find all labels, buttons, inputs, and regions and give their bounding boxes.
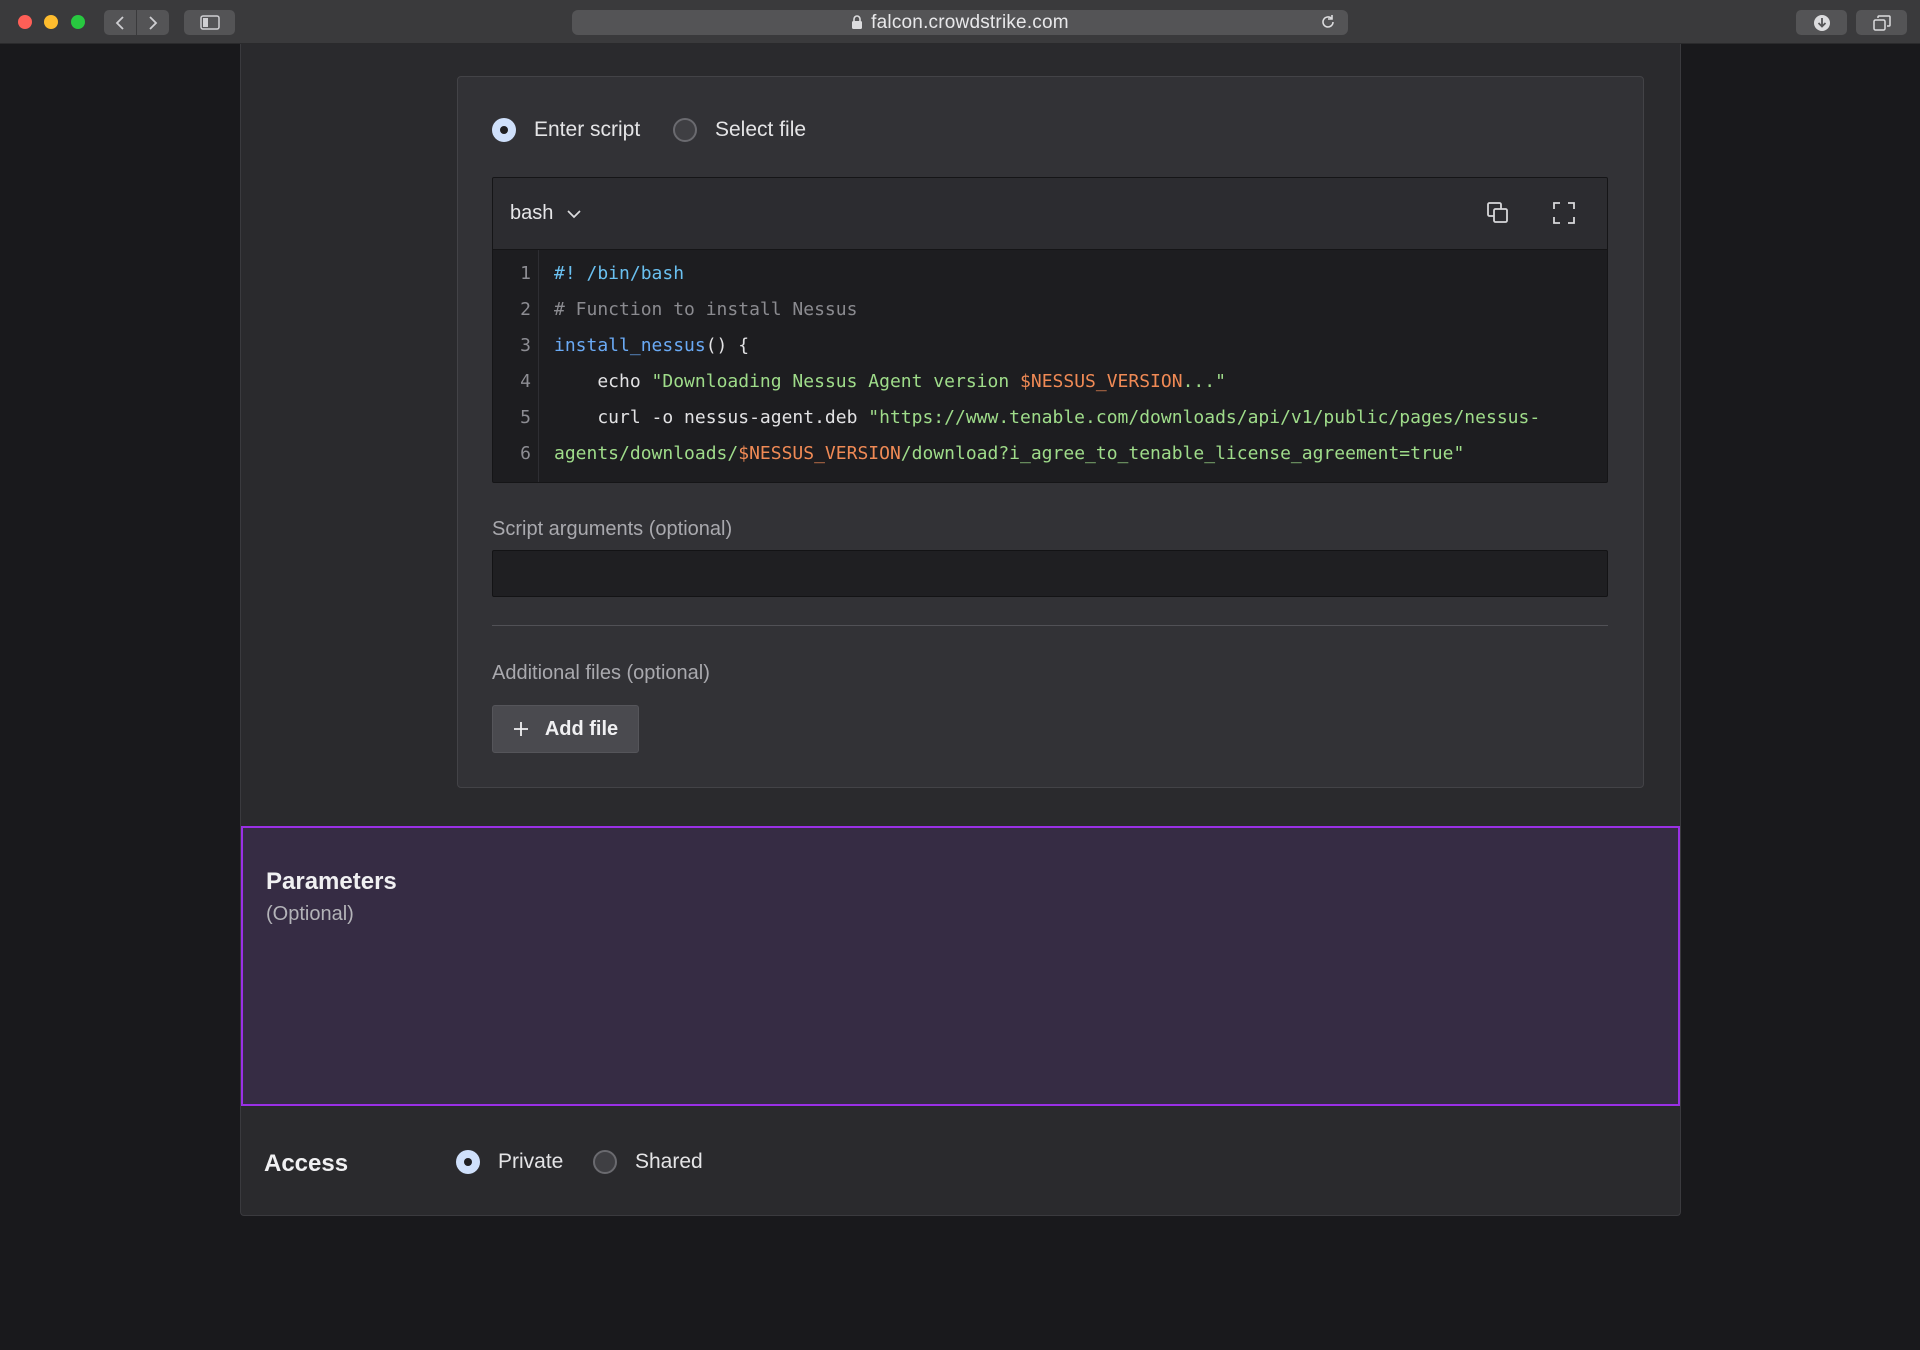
code-text: echo "Downloading Nessus Agent version $… [554,364,1226,400]
script-arguments-input[interactable] [492,550,1608,597]
line-number: 6 [520,443,531,464]
add-file-button[interactable]: Add file [492,705,639,753]
close-window-button[interactable] [18,15,32,29]
access-title: Access [264,1150,349,1177]
code-token: echo [554,371,652,392]
download-icon [1813,14,1831,32]
tabs-icon [1872,14,1891,31]
radio-label: Enter script [534,118,641,141]
code-token: $NESSUS_VERSION [738,443,901,464]
parameters-subtitle: (Optional) [266,903,354,925]
radio-label: Shared [635,1150,703,1173]
parameters-section: Parameters (Optional) [241,826,1680,1106]
section-divider [492,625,1608,626]
line-number: 3 [520,335,531,356]
code-line[interactable]: 3 install_nessus() { [493,328,1607,364]
minimize-window-button[interactable] [44,15,58,29]
chevron-right-icon [147,15,159,31]
chevron-left-icon [114,15,126,31]
code-token: "Downloading Nessus Agent version [651,371,1021,392]
code-token: install_nessus [554,335,706,356]
fullscreen-icon[interactable] [1552,201,1576,225]
line-number: 2 [520,299,531,320]
code-line[interactable]: 2 # Function to install Nessus [493,292,1607,328]
code-token: "https://www.tenable.com/downloads/api/v… [868,407,1541,428]
code-token: /download?i_agree_to_tenable_license_agr… [900,443,1465,464]
copy-icon[interactable] [1486,201,1510,225]
additional-files-label: Additional files (optional) [492,662,710,684]
add-file-label: Add file [544,717,619,740]
code-area[interactable]: 1 #! /bin/bash 2 # Function to install Ness… [493,250,1607,482]
language-select[interactable]: bash [510,202,581,225]
code-token: #! /bin/bash [554,263,685,284]
radio-shared[interactable] [593,1150,617,1174]
code-token: () { [705,335,750,356]
address-bar[interactable]: falcon.crowdstrike.com [572,10,1348,35]
radio-private[interactable] [456,1150,480,1174]
forward-button[interactable] [137,10,169,35]
radio-label: Private [498,1150,564,1173]
code-token: # Function to install Nessus [554,299,858,320]
code-text: # Function to install Nessus [554,292,857,328]
line-number: 1 [520,263,531,284]
script-source-file[interactable]: Select file [673,118,806,142]
access-private[interactable]: Private [456,1150,563,1174]
script-source-enter[interactable]: Enter script [492,118,640,142]
code-text: install_nessus() { [554,328,749,364]
code-text: #! /bin/bash [554,256,684,292]
back-button[interactable] [104,10,136,35]
code-editor[interactable]: bash 1 #! /bin/bash 2 # Function to install… [492,177,1608,483]
editor-toolbar: bash [493,178,1607,250]
code-token: curl -o nessus-agent.deb [554,407,869,428]
tab-overview-button[interactable] [1856,10,1907,35]
code-token: agents/downloads/ [554,443,739,464]
radio-label: Select file [715,118,807,141]
code-line[interactable]: 6 agents/downloads/$NESSUS_VERSION/downlo… [493,436,1607,472]
language-value: bash [510,202,554,224]
code-token: ..." [1182,371,1226,392]
code-line[interactable]: 1 #! /bin/bash [493,256,1607,292]
parameters-title: Parameters [266,868,397,895]
code-text: curl -o nessus-agent.deb "https://www.te… [554,400,1540,436]
sidebar-icon [199,15,220,30]
line-number: 5 [520,407,531,428]
sidebar-toggle-button[interactable] [184,10,235,35]
script-arguments-label: Script arguments (optional) [492,518,733,540]
reload-icon[interactable] [1320,14,1336,30]
lock-icon [851,15,863,30]
code-text: agents/downloads/$NESSUS_VERSION/downloa… [554,436,1464,472]
downloads-button[interactable] [1796,10,1847,35]
radio-select-file[interactable] [673,118,697,142]
radio-enter-script[interactable] [492,118,516,142]
line-number: 4 [520,371,531,392]
access-shared[interactable]: Shared [593,1150,703,1174]
browser-toolbar: falcon.crowdstrike.com [0,0,1920,44]
chevron-down-icon [553,202,581,225]
code-line[interactable]: 5 curl -o nessus-agent.deb "https://www.… [493,400,1607,436]
plus-icon [513,721,529,737]
code-line[interactable]: 4 echo "Downloading Nessus Agent version… [493,364,1607,400]
code-token: $NESSUS_VERSION [1020,371,1183,392]
url-text: falcon.crowdstrike.com [871,11,1069,33]
zoom-window-button[interactable] [71,15,85,29]
